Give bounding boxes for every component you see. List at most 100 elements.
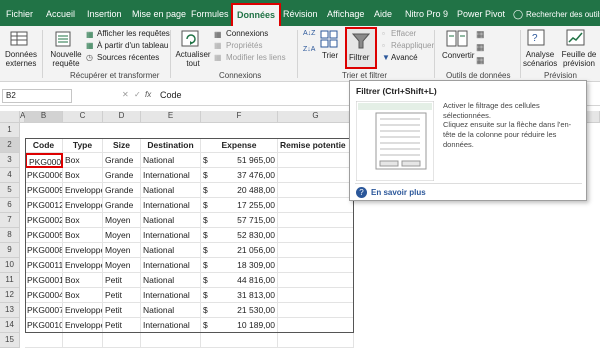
table-cell[interactable]: Moyen [103,228,141,243]
tab-donnees[interactable]: Données [231,3,282,26]
table-header-size[interactable]: Size [103,138,141,153]
table-cell[interactable]: Box [63,153,103,168]
table-cell[interactable] [141,318,201,333]
recent-sources-button[interactable]: Sources récentes [97,53,159,62]
tab-nitro[interactable]: Nitro Pro 9 [405,9,448,19]
table-cell[interactable] [278,288,354,303]
table-cell[interactable]: 37 476,00 [221,168,278,183]
table-cell[interactable] [201,318,278,333]
row-header[interactable]: 15 [0,333,20,348]
table-cell[interactable]: Enveloppe [63,183,103,198]
tab-insertion[interactable]: Insertion [87,9,122,19]
table-cell[interactable]: PKG0011 [25,258,63,273]
column-header[interactable]: F [201,111,278,123]
table-cell[interactable]: 57 715,00 [221,213,278,228]
sort-za-button[interactable]: Z↓A [303,46,315,53]
cancel-icon[interactable]: ✕ [122,90,129,99]
table-cell[interactable] [278,183,354,198]
table-cell[interactable]: $ [201,258,221,273]
table-cell[interactable]: PKG0004 [25,288,63,303]
table-cell[interactable]: Moyen [103,258,141,273]
table-cell[interactable]: PKG0009 [25,183,63,198]
table-header-expense[interactable]: Expense [201,138,278,153]
search-tools[interactable]: Rechercher des outils [526,10,600,19]
table-cell[interactable]: PKG0012 [25,198,63,213]
advanced-filter-button[interactable]: Avancé [391,53,418,62]
table-cell[interactable] [278,303,354,318]
column-header[interactable]: G [278,111,354,123]
table-cell[interactable]: Enveloppe [63,258,103,273]
table-cell[interactable]: 17 255,00 [221,198,278,213]
table-cell[interactable]: Grande [103,198,141,213]
table-cell[interactable] [201,333,278,348]
table-cell[interactable]: Box [63,168,103,183]
table-cell[interactable] [278,213,354,228]
row-header[interactable]: 9 [0,243,20,258]
row-header[interactable]: 4 [0,168,20,183]
table-cell[interactable] [63,333,103,348]
table-cell[interactable] [63,318,103,333]
table-cell[interactable]: Moyen [103,243,141,258]
learn-more-link[interactable]: En savoir plus [371,188,426,197]
tab-affichage[interactable]: Affichage [327,9,364,19]
row-header[interactable]: 10 [0,258,20,273]
table-cell[interactable]: International [141,168,201,183]
row-header[interactable]: 14 [0,318,20,333]
tab-accueil[interactable]: Accueil [46,9,75,19]
table-header-remise[interactable]: Remise potentie [278,138,354,153]
new-query-button[interactable]: Nouvelle requête [48,50,84,68]
table-cell[interactable]: National [141,153,201,168]
table-cell[interactable]: Moyen [103,213,141,228]
table-cell[interactable]: $ [201,183,221,198]
table-cell[interactable]: $ [201,288,221,303]
table-cell[interactable]: 20 488,00 [221,183,278,198]
table-cell[interactable]: $ [201,213,221,228]
connections-button[interactable]: Connexions [226,29,268,38]
table-cell[interactable]: National [141,303,201,318]
table-cell[interactable]: PKG0008 [25,243,63,258]
tab-power-pivot[interactable]: Power Pivot [457,9,505,19]
reapply-button[interactable]: Réappliquer [391,41,434,50]
table-cell[interactable]: Petit [103,288,141,303]
table-cell[interactable] [25,318,63,333]
table-cell[interactable]: 21 056,00 [221,243,278,258]
table-cell[interactable]: 44 816,00 [221,273,278,288]
table-cell[interactable]: PKG0005 [25,228,63,243]
column-header[interactable]: D [103,111,141,123]
row-header[interactable]: 13 [0,303,20,318]
column-header[interactable]: B [25,111,63,123]
tab-formules[interactable]: Formules [191,9,229,19]
table-cell[interactable]: PKG0007 [25,303,63,318]
formula-input[interactable]: Code [160,90,182,100]
from-table-button[interactable]: À partir d'un tableau [97,41,168,50]
properties-button[interactable]: Propriétés [226,41,262,50]
table-cell[interactable]: $ [201,153,221,168]
row-header[interactable]: 2 [0,138,20,153]
table-cell[interactable]: $ [201,273,221,288]
table-cell[interactable]: National [141,213,201,228]
row-header[interactable]: 8 [0,228,20,243]
table-cell[interactable] [278,168,354,183]
selected-cell[interactable]: PKG0003 [25,153,63,168]
table-cell[interactable]: Grande [103,183,141,198]
tab-revision[interactable]: Révision [283,9,318,19]
table-cell[interactable]: $ [201,168,221,183]
tab-fichier[interactable]: Fichier [6,9,33,19]
row-header[interactable]: 12 [0,288,20,303]
insert-function-icon[interactable]: fx [145,90,151,99]
refresh-all-button[interactable]: Actualiser tout [175,50,211,68]
table-header-destination[interactable]: Destination [141,138,201,153]
table-cell[interactable] [141,333,201,348]
table-cell[interactable]: International [141,288,201,303]
table-cell[interactable]: Enveloppe [63,198,103,213]
table-cell[interactable] [25,333,63,348]
table-cell[interactable]: International [141,198,201,213]
table-cell[interactable]: 52 830,00 [221,228,278,243]
table-cell[interactable] [278,153,354,168]
table-cell[interactable] [278,318,354,333]
external-data-button[interactable]: Données externes [3,50,39,68]
table-cell[interactable]: National [141,183,201,198]
row-header[interactable]: 7 [0,213,20,228]
table-cell[interactable]: 18 309,00 [221,258,278,273]
tab-mise-en-page[interactable]: Mise en page [132,9,186,19]
